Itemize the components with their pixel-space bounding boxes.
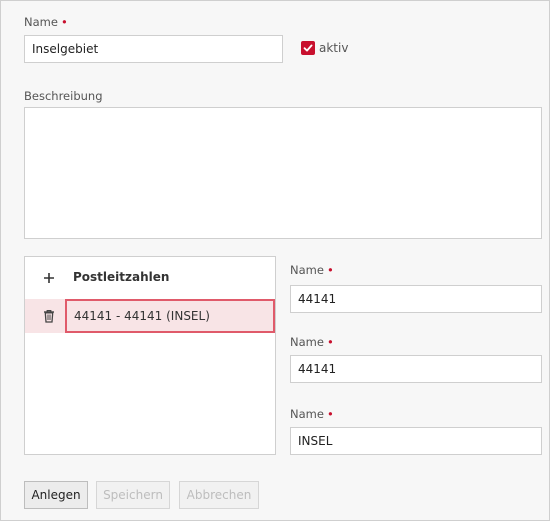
detail-name-input-1[interactable] bbox=[290, 285, 542, 313]
detail-name-input-3[interactable] bbox=[290, 427, 542, 455]
detail-name-label-3: Name • bbox=[290, 407, 334, 421]
detail-name-label-2: Name • bbox=[290, 335, 334, 349]
required-marker: • bbox=[326, 335, 334, 349]
detail-name-input-2[interactable] bbox=[290, 355, 542, 383]
description-label: Beschreibung bbox=[24, 89, 103, 103]
trash-icon[interactable] bbox=[39, 308, 59, 324]
checkmark-icon bbox=[303, 44, 313, 52]
active-label: aktiv bbox=[319, 41, 349, 55]
description-textarea[interactable] bbox=[24, 107, 542, 239]
dialog-frame: Name• aktiv Beschreibung Postleitzahlen bbox=[0, 0, 550, 521]
save-button[interactable]: Speichern bbox=[96, 481, 170, 509]
plus-icon[interactable] bbox=[39, 268, 59, 288]
list-item[interactable]: 44141 - 44141 (INSEL) bbox=[25, 299, 275, 333]
active-checkbox[interactable] bbox=[301, 41, 315, 55]
postcode-list-header: Postleitzahlen bbox=[25, 257, 275, 299]
required-marker: • bbox=[60, 15, 68, 29]
cancel-button[interactable]: Abbrechen bbox=[179, 481, 259, 509]
detail-name-label-1: Name • bbox=[290, 263, 334, 277]
required-marker: • bbox=[326, 263, 334, 277]
postcode-list-title: Postleitzahlen bbox=[73, 270, 170, 284]
name-input[interactable] bbox=[24, 35, 283, 63]
list-item-label[interactable]: 44141 - 44141 (INSEL) bbox=[65, 299, 275, 333]
create-button[interactable]: Anlegen bbox=[24, 481, 88, 509]
required-marker: • bbox=[326, 407, 334, 421]
postcode-list: Postleitzahlen 44141 - 44141 (INSEL) bbox=[24, 256, 276, 455]
name-label: Name • bbox=[24, 15, 68, 29]
